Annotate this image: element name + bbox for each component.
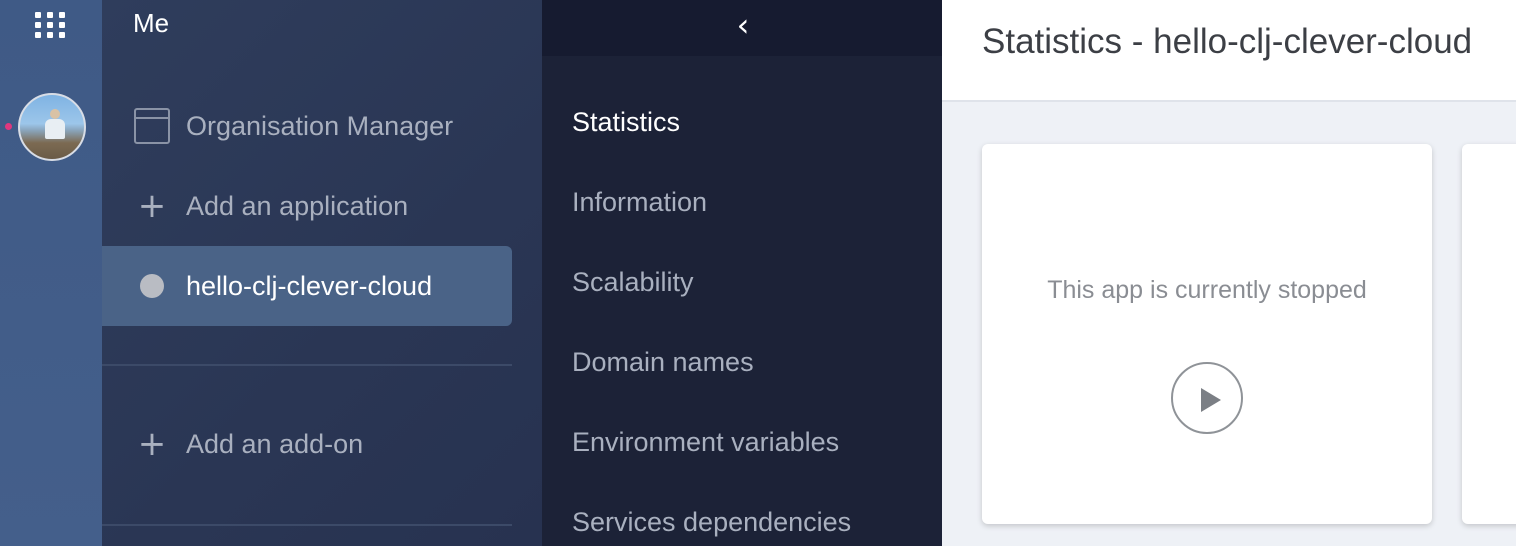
divider xyxy=(102,524,512,526)
org-item-app-hello-clj-clever-cloud[interactable]: hello-clj-clever-cloud xyxy=(102,246,512,326)
notification-dot xyxy=(5,123,12,130)
org-item-label: Add an add-on xyxy=(186,428,364,459)
plus-icon: + xyxy=(137,424,167,464)
nav-item-services-dependencies[interactable]: Services dependencies xyxy=(572,507,851,538)
org-item-label: Organisation Manager xyxy=(186,110,454,141)
app-rail xyxy=(0,0,102,546)
nav-header: ‹ xyxy=(542,0,942,56)
stats-card xyxy=(1462,144,1516,524)
nav-item-domain-names[interactable]: Domain names xyxy=(572,347,754,378)
window-icon xyxy=(132,106,172,146)
add-application-button[interactable]: + Add an application xyxy=(102,166,512,246)
apps-grid-icon[interactable] xyxy=(33,6,67,40)
main-header: Statistics - hello-clj-clever-cloud xyxy=(942,0,1516,102)
chevron-left-icon[interactable]: ‹ xyxy=(728,8,758,42)
page-title: Statistics - hello-clj-clever-cloud xyxy=(982,22,1473,61)
avatar-image xyxy=(18,93,86,161)
status-dot-icon xyxy=(132,266,172,306)
app-status-card: This app is currently stopped xyxy=(982,144,1432,524)
organisation-panel: Me Organisation Manager + Add an applica… xyxy=(102,0,542,546)
start-app-button[interactable] xyxy=(1171,362,1243,434)
plus-icon: + xyxy=(137,186,167,226)
nav-item-scalability[interactable]: Scalability xyxy=(572,267,694,298)
nav-item-information[interactable]: Information xyxy=(572,187,707,218)
divider xyxy=(102,364,512,366)
main-content: This app is currently stopped xyxy=(942,104,1516,546)
stopped-message: This app is currently stopped xyxy=(1047,276,1367,304)
org-item-organisation-manager[interactable]: Organisation Manager xyxy=(102,86,512,166)
org-title: Me xyxy=(133,8,170,38)
add-addon-button[interactable]: + Add an add-on xyxy=(102,404,512,484)
nav-item-environment-variables[interactable]: Environment variables xyxy=(572,427,839,458)
user-avatar[interactable] xyxy=(18,93,86,161)
org-item-label: Add an application xyxy=(186,190,409,221)
nav-item-statistics[interactable]: Statistics xyxy=(572,107,680,138)
org-item-label: hello-clj-clever-cloud xyxy=(186,270,433,301)
app-navigation: ‹ Statistics Information Scalability Dom… xyxy=(542,0,942,546)
play-icon xyxy=(1201,388,1221,412)
